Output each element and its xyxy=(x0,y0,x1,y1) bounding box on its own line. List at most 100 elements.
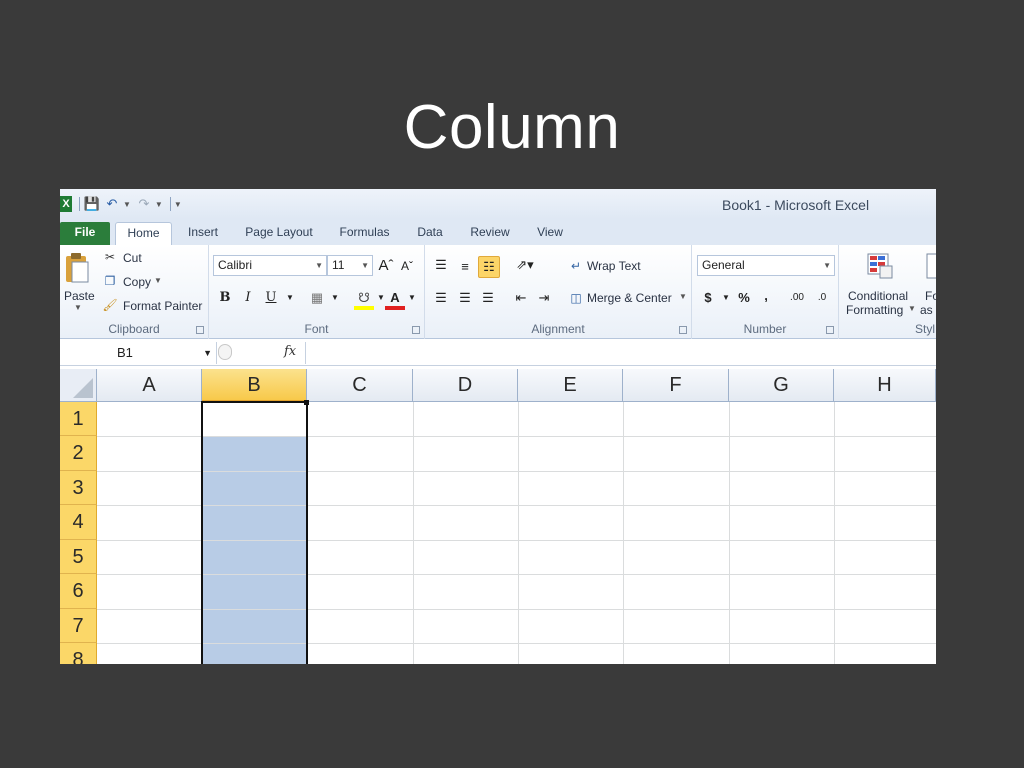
column-header-c[interactable]: C xyxy=(307,369,413,402)
align-center-icon[interactable]: ☰ xyxy=(455,288,475,308)
ribbon-tabs: File Home Insert Page Layout Formulas Da… xyxy=(60,219,936,245)
merge-center-button[interactable]: Merge & Center xyxy=(587,291,672,305)
format-as-table-label-2[interactable]: as T xyxy=(920,303,936,317)
tab-formulas[interactable]: Formulas xyxy=(332,222,397,245)
copy-icon: ❐ xyxy=(104,274,116,288)
insert-function-button[interactable]: fx xyxy=(284,344,296,359)
alignment-group: ☰ ≡ ☷ ⇗▾ ☰ ☰ ☰ ⇤ ⇥ ↵ Wrap Text ◫ Merge &… xyxy=(425,245,692,339)
format-as-table-label[interactable]: Fo xyxy=(925,289,936,303)
italic-button[interactable]: I xyxy=(238,288,258,308)
conditional-formatting-label-2[interactable]: Formatting xyxy=(846,303,903,317)
borders-icon[interactable]: ▦ xyxy=(307,288,327,308)
top-align-icon[interactable]: ☰ xyxy=(431,255,451,275)
fill-handle[interactable] xyxy=(304,400,309,405)
paste-button[interactable]: Paste xyxy=(64,289,95,303)
format-painter-icon: 🖌 xyxy=(102,298,118,312)
undo-icon[interactable]: ↶ xyxy=(103,195,121,213)
column-header-h[interactable]: H xyxy=(834,369,936,402)
cut-button[interactable]: Cut xyxy=(123,251,142,265)
tab-file[interactable]: File xyxy=(60,222,110,245)
row-header-8[interactable]: 8 xyxy=(60,643,97,664)
underline-dropdown-icon[interactable]: ▼ xyxy=(280,288,300,308)
increase-indent-icon[interactable]: ⇥ xyxy=(534,288,554,308)
worksheet-grid[interactable]: A B C D E F G H 1 2 3 4 5 6 7 8 xyxy=(60,369,936,664)
paste-icon[interactable] xyxy=(62,251,92,285)
wrap-text-button[interactable]: Wrap Text xyxy=(587,259,641,273)
column-header-f[interactable]: F xyxy=(623,369,729,402)
paste-dropdown-icon[interactable]: ▼ xyxy=(74,303,82,312)
orientation-icon[interactable]: ⇗▾ xyxy=(511,255,539,275)
format-painter-button[interactable]: Format Painter xyxy=(123,299,202,313)
align-left-icon[interactable]: ☰ xyxy=(431,288,451,308)
column-header-e[interactable]: E xyxy=(518,369,623,402)
styles-group: Conditional Formatting ▼ Fo as T Styl xyxy=(839,245,936,339)
column-header-g[interactable]: G xyxy=(729,369,834,402)
align-right-icon[interactable]: ☰ xyxy=(478,288,498,308)
number-format-value: General xyxy=(702,258,745,272)
tab-home[interactable]: Home xyxy=(115,222,172,245)
toolbar-divider xyxy=(169,197,171,211)
decrease-indent-icon[interactable]: ⇤ xyxy=(511,288,531,308)
decrease-decimal-button[interactable]: .0 xyxy=(810,288,834,308)
merge-center-icon: ◫ xyxy=(570,291,582,305)
number-launcher-icon[interactable] xyxy=(826,326,834,334)
font-size-select[interactable]: 11 ▼ xyxy=(327,255,373,276)
row-header-4[interactable]: 4 xyxy=(60,505,97,540)
select-all-button[interactable] xyxy=(60,369,97,402)
underline-button[interactable]: U xyxy=(261,288,281,308)
row-header-6[interactable]: 6 xyxy=(60,574,97,609)
row-header-3[interactable]: 3 xyxy=(60,471,97,505)
number-format-select[interactable]: General ▼ xyxy=(697,255,835,276)
formula-input[interactable] xyxy=(307,342,936,364)
tab-page-layout[interactable]: Page Layout xyxy=(238,222,320,245)
row-header-7[interactable]: 7 xyxy=(60,609,97,643)
font-launcher-icon[interactable] xyxy=(412,326,420,334)
row-header-2[interactable]: 2 xyxy=(60,436,97,471)
percent-button[interactable]: % xyxy=(734,288,754,308)
number-group-label: Number xyxy=(743,322,787,336)
bold-button[interactable]: B xyxy=(215,288,235,308)
column-header-b[interactable]: B xyxy=(202,369,307,402)
tab-insert[interactable]: Insert xyxy=(178,222,228,245)
conditional-formatting-label[interactable]: Conditional xyxy=(848,289,908,303)
clipboard-launcher-icon[interactable] xyxy=(196,326,204,334)
borders-dropdown-icon[interactable]: ▼ xyxy=(325,288,345,308)
shrink-font-icon[interactable]: Aˇ xyxy=(397,256,417,276)
redo-dropdown-icon[interactable]: ▼ xyxy=(155,200,163,209)
row-header-5[interactable]: 5 xyxy=(60,540,97,574)
redo-icon[interactable]: ↷ xyxy=(135,195,153,213)
currency-button[interactable]: $ xyxy=(698,288,718,308)
comma-button[interactable]: , xyxy=(756,286,776,306)
excel-logo-icon[interactable]: X xyxy=(60,196,72,212)
grow-font-icon[interactable]: Aˆ xyxy=(376,256,396,276)
font-color-dropdown-icon[interactable]: ▼ xyxy=(402,288,422,308)
excel-window: X 💾 ↶ ▼ ↷ ▼ ▼ Book1 - Microsoft Excel Fi… xyxy=(60,189,936,664)
copy-button[interactable]: Copy xyxy=(123,275,151,289)
tab-view[interactable]: View xyxy=(530,222,570,245)
copy-dropdown-icon[interactable]: ▼ xyxy=(154,276,162,285)
chevron-down-icon[interactable]: ▼ xyxy=(203,342,212,364)
customize-toolbar-icon[interactable]: ▼ xyxy=(174,200,182,209)
increase-decimal-button[interactable]: .00 xyxy=(785,288,809,308)
currency-dropdown-icon[interactable]: ▼ xyxy=(716,288,736,308)
middle-align-icon[interactable]: ≡ xyxy=(455,257,475,277)
undo-dropdown-icon[interactable]: ▼ xyxy=(123,200,131,209)
number-group: General ▼ $ ▼ % , .00 .0 Number xyxy=(692,245,839,339)
column-header-a[interactable]: A xyxy=(97,369,202,402)
tab-data[interactable]: Data xyxy=(410,222,450,245)
bottom-align-icon[interactable]: ☷ xyxy=(478,256,500,278)
row-header-1[interactable]: 1 xyxy=(60,402,97,436)
formula-bar-resize-handle[interactable] xyxy=(218,344,232,360)
font-name-select[interactable]: Calibri ▼ xyxy=(213,255,327,276)
font-name-value: Calibri xyxy=(218,258,253,272)
conditional-formatting-icon xyxy=(865,251,895,281)
alignment-launcher-icon[interactable] xyxy=(679,326,687,334)
name-box-value: B1 xyxy=(117,345,133,360)
merge-dropdown-icon[interactable]: ▼ xyxy=(679,292,687,301)
tab-review[interactable]: Review xyxy=(464,222,516,245)
column-header-d[interactable]: D xyxy=(413,369,518,402)
scissors-icon: ✂ xyxy=(104,250,116,264)
save-icon[interactable]: 💾 xyxy=(83,195,101,213)
conditional-dropdown-icon[interactable]: ▼ xyxy=(908,304,916,313)
name-box[interactable]: B1 ▼ xyxy=(60,342,217,364)
